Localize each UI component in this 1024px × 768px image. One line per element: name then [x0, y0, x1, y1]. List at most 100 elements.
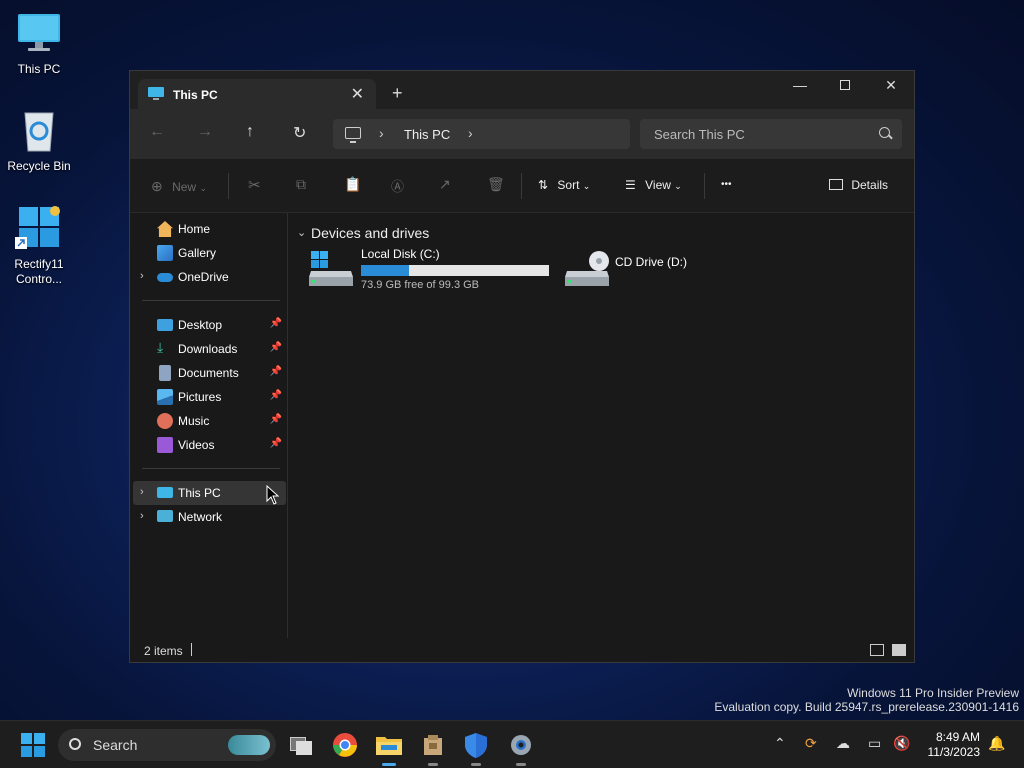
chevron-right-icon[interactable]: › — [140, 486, 144, 498]
desktop-icon-rectify11[interactable]: Rectify11 Contro... — [1, 205, 77, 287]
drive-item-d[interactable]: CD Drive (D:) — [565, 247, 745, 295]
new-button[interactable]: ⊕ New ⌄ — [151, 178, 207, 195]
close-button[interactable]: ✕ — [868, 77, 914, 105]
volume-muted-icon[interactable]: 🔇 — [893, 735, 910, 752]
sort-button[interactable]: ⇅ Sort ⌄ — [538, 178, 590, 192]
pin-icon[interactable]: 📌 — [270, 318, 282, 329]
sidebar-item-videos[interactable]: Videos 📌 — [133, 433, 286, 457]
chevron-right-icon[interactable]: › — [468, 125, 473, 141]
task-view-button[interactable] — [286, 729, 318, 761]
app-package-button[interactable] — [417, 729, 449, 766]
forward-arrow-icon[interactable]: → — [197, 123, 213, 141]
new-tab-button[interactable]: + — [392, 84, 403, 102]
close-tab-icon[interactable]: ✕ — [351, 84, 364, 104]
tiles-view-icon[interactable] — [892, 644, 906, 656]
taskbar-search[interactable]: Search — [58, 729, 276, 761]
rename-icon[interactable]: Ⓐ — [391, 176, 404, 195]
navigation-bar: ← → ↑ ↻ › This PC › Search This PC — [130, 109, 914, 159]
pc-icon — [345, 127, 361, 143]
running-indicator — [428, 763, 438, 766]
sort-icon: ⇅ — [538, 178, 549, 192]
sidebar-item-onedrive[interactable]: › OneDrive — [133, 265, 286, 289]
title-bar[interactable]: This PC ✕ + — ✕ — [130, 71, 914, 109]
copy-icon[interactable]: ⧉ — [296, 176, 306, 193]
home-icon — [157, 221, 173, 237]
notification-bell-icon[interactable]: 🔔 — [988, 735, 1005, 752]
desktop-icon-this-pc[interactable]: This PC — [1, 10, 77, 77]
sync-icon[interactable]: ⟳ — [805, 735, 817, 752]
sidebar-item-label: Documents — [178, 366, 239, 380]
paste-icon[interactable]: 📋 — [344, 176, 361, 193]
address-bar[interactable]: › This PC › — [333, 119, 630, 149]
share-icon[interactable]: ↗ — [439, 176, 451, 193]
breadcrumb-this-pc[interactable]: This PC — [404, 127, 450, 142]
sidebar-item-label: Downloads — [178, 342, 238, 356]
sidebar-item-gallery[interactable]: Gallery — [133, 241, 286, 265]
sidebar-item-documents[interactable]: Documents 📌 — [133, 361, 286, 385]
system-clock[interactable]: 8:49 AM 11/3/2023 — [928, 730, 981, 760]
chevron-down-icon: ⌄ — [674, 181, 682, 191]
pin-icon[interactable]: 📌 — [270, 438, 282, 449]
desktop-icon-label-text: Rectify11 Contro... — [14, 257, 64, 286]
delete-icon[interactable]: 🗑 — [487, 176, 505, 193]
chevron-down-icon: ⌄ — [582, 181, 591, 191]
pin-icon[interactable]: 📌 — [270, 390, 282, 401]
maximize-button[interactable] — [822, 77, 868, 105]
start-button[interactable] — [17, 729, 49, 761]
status-bar: 2 items — [130, 638, 914, 662]
sidebar-item-desktop[interactable]: Desktop 📌 — [133, 313, 286, 337]
search-icon — [879, 127, 890, 138]
cloud-icon[interactable]: ☁ — [836, 735, 850, 752]
file-explorer-button[interactable] — [373, 729, 405, 766]
desktop-icon-recycle-bin[interactable]: Recycle Bin — [1, 107, 77, 174]
sidebar-item-home[interactable]: Home — [133, 217, 286, 241]
sidebar-item-pictures[interactable]: Pictures 📌 — [133, 385, 286, 409]
divider — [521, 173, 522, 199]
pin-icon[interactable]: 📌 — [270, 366, 282, 377]
drive-name: CD Drive (D:) — [615, 255, 687, 269]
details-view-icon[interactable] — [870, 644, 884, 656]
details-label: Details — [851, 178, 889, 192]
view-button[interactable]: ☰ View ⌄ — [625, 178, 682, 192]
sidebar-item-music[interactable]: Music 📌 — [133, 409, 286, 433]
search-box[interactable]: Search This PC — [640, 119, 902, 149]
view-list-icon: ☰ — [625, 178, 636, 192]
command-bar: ⊕ New ⌄ ✂ ⧉ 📋 Ⓐ ↗ 🗑 ⇅ Sort ⌄ ☰ View ⌄ ••… — [130, 159, 914, 213]
chevron-down-icon: ⌄ — [199, 183, 207, 193]
chrome-button[interactable] — [329, 729, 361, 761]
chevron-right-icon[interactable]: › — [140, 510, 144, 522]
view-label: View — [645, 178, 671, 192]
cut-icon[interactable]: ✂ — [248, 176, 261, 194]
sidebar-item-label: Network — [178, 510, 223, 524]
sidebar-item-this-pc[interactable]: › This PC — [133, 481, 286, 505]
drive-item-c[interactable]: Local Disk (C:) 73.9 GB free of 99.3 GB — [309, 247, 549, 295]
back-arrow-icon[interactable]: ← — [149, 123, 165, 141]
chevron-right-icon[interactable]: › — [379, 125, 384, 141]
settings-button[interactable] — [505, 729, 537, 766]
sidebar-item-downloads[interactable]: ⤓ Downloads 📌 — [133, 337, 286, 361]
show-hidden-icons-chevron-icon[interactable]: ⌃ — [774, 735, 786, 752]
desktop-icon-label: This PC — [17, 62, 61, 76]
file-explorer-window[interactable]: This PC ✕ + — ✕ ← → ↑ ↻ › This PC › Sear… — [129, 70, 915, 663]
running-indicator — [516, 763, 526, 766]
minimize-button[interactable]: — — [777, 77, 823, 105]
group-header[interactable]: Devices and drives — [311, 225, 429, 241]
storage-bar-fill — [361, 265, 410, 276]
up-arrow-icon[interactable]: ↑ — [246, 123, 254, 141]
pin-icon[interactable]: 📌 — [270, 342, 282, 353]
navigation-pane: Home Gallery › OneDrive Desktop 📌 ⤓ Down… — [130, 213, 288, 640]
network-icon[interactable]: ▭ — [868, 735, 881, 752]
details-button[interactable]: Details — [829, 178, 888, 192]
plus-circle-icon: ⊕ — [151, 178, 163, 194]
desktop-icon-label: Recycle Bin — [7, 159, 71, 173]
search-placeholder: Search This PC — [654, 127, 745, 142]
search-icon — [69, 738, 81, 750]
chevron-down-icon[interactable]: ⌄ — [297, 226, 306, 239]
see-more-button[interactable]: ••• — [721, 179, 732, 190]
security-button[interactable] — [460, 729, 492, 766]
tab-this-pc[interactable]: This PC ✕ — [138, 79, 376, 109]
refresh-icon[interactable]: ↻ — [293, 123, 306, 143]
sidebar-item-network[interactable]: › Network — [133, 505, 286, 529]
pin-icon[interactable]: 📌 — [270, 414, 282, 425]
chevron-right-icon[interactable]: › — [140, 270, 144, 282]
